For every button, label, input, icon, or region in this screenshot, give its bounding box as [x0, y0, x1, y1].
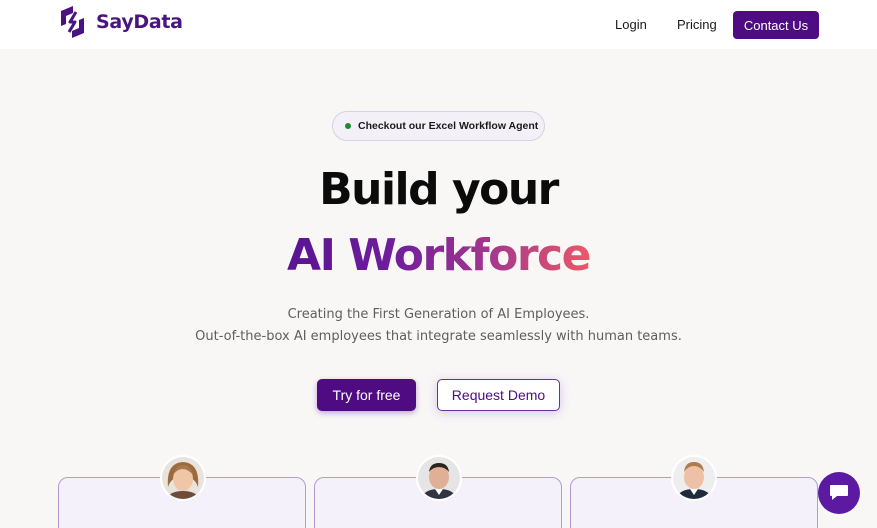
- chat-widget-button[interactable]: [818, 472, 860, 514]
- try-for-free-button[interactable]: Try for free: [317, 379, 416, 411]
- brand-logo[interactable]: SayData: [57, 5, 183, 39]
- hero-title-line2: AI Workforce: [0, 230, 877, 281]
- man-avatar: [416, 455, 462, 501]
- request-demo-button[interactable]: Request Demo: [437, 379, 560, 411]
- hero-title-line1: Build your: [319, 164, 559, 215]
- man-avatar: [671, 455, 717, 501]
- contact-us-button[interactable]: Contact Us: [733, 11, 819, 39]
- top-navbar: SayData Login Pricing Contact Us: [0, 0, 877, 49]
- announcement-badge[interactable]: Checkout our Excel Workflow Agent: [332, 111, 545, 141]
- announcement-text: Checkout our Excel Workflow Agent: [358, 120, 539, 132]
- chat-bubble-icon: [830, 485, 848, 500]
- hero-subtitle-line2: Out-of-the-box AI employees that integra…: [195, 329, 682, 344]
- saydata-logo-icon: [61, 6, 84, 38]
- hero-title-gradient: AI Workforce: [287, 230, 591, 281]
- hero-subtitle-line1: Creating the First Generation of AI Empl…: [287, 307, 590, 322]
- woman-avatar: [160, 455, 206, 501]
- pricing-link[interactable]: Pricing: [677, 17, 717, 32]
- brand-name: SayData: [96, 11, 183, 33]
- status-dot-icon: [345, 123, 351, 129]
- login-link[interactable]: Login: [615, 17, 647, 32]
